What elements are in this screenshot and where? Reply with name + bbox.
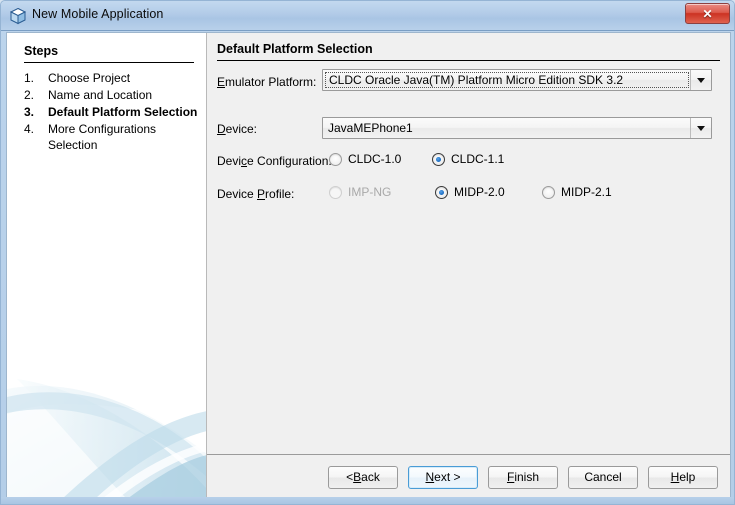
close-icon: ✕ — [702, 6, 713, 21]
radio-mark-icon — [329, 152, 342, 166]
device-profile-label: Device Profile: — [217, 187, 295, 201]
cube-icon — [9, 7, 27, 25]
window-bottom-frame — [1, 497, 734, 504]
close-button[interactable]: ✕ — [685, 3, 730, 24]
main-panel: Default Platform Selection Emulator Plat… — [207, 33, 730, 499]
radio-mark-icon — [432, 152, 445, 166]
step-item-1: 1. Choose Project — [24, 70, 204, 86]
emulator-platform-label: Emulator Platform: — [217, 75, 317, 89]
decorative-swoosh-graphic — [7, 379, 206, 499]
dialog-window: New Mobile Application ✕ Steps 1. Choose… — [0, 0, 735, 505]
radio-label: MIDP-2.1 — [561, 185, 612, 199]
radio-label: MIDP-2.0 — [454, 185, 505, 199]
radio-mark-icon — [542, 185, 555, 199]
steps-panel: Steps 1. Choose Project 2. Name and Loca… — [7, 33, 207, 499]
page-title: Default Platform Selection — [217, 42, 373, 56]
device-label: Device: — [217, 122, 258, 136]
cancel-button[interactable]: Cancel — [568, 465, 638, 489]
radio-label: CLDC-1.0 — [348, 152, 402, 166]
finish-button[interactable]: Finish — [488, 465, 558, 489]
back-button[interactable]: < Back — [328, 465, 398, 489]
steps-divider — [24, 62, 194, 63]
step-number: 3. — [24, 105, 35, 119]
title-bar[interactable]: New Mobile Application ✕ — [1, 1, 734, 31]
radio-midp-2-0[interactable]: MIDP-2.0 — [435, 185, 505, 199]
emulator-platform-combo[interactable]: CLDC Oracle Java(TM) Platform Micro Edit… — [322, 69, 712, 91]
steps-heading: Steps — [24, 44, 59, 58]
page-title-divider — [217, 60, 720, 61]
radio-mark-icon — [435, 185, 448, 199]
step-number: 1. — [24, 71, 35, 85]
radio-cldc-1-1[interactable]: CLDC-1.1 — [432, 152, 504, 166]
step-label: More Configurations Selection — [48, 122, 157, 152]
button-bar: < Back Next > Finish Cancel Help — [207, 455, 730, 499]
radio-label: CLDC-1.1 — [451, 152, 505, 166]
step-item-3-current: 3. Default Platform Selection — [24, 104, 204, 120]
emulator-platform-value: CLDC Oracle Java(TM) Platform Micro Edit… — [325, 72, 689, 88]
radio-cldc-1-0[interactable]: CLDC-1.0 — [329, 152, 401, 166]
step-label: Name and Location — [48, 88, 153, 102]
steps-list: 1. Choose Project 2. Name and Location 3… — [24, 70, 204, 154]
device-configuration-label: Device Configuration: — [217, 154, 332, 168]
window-title: New Mobile Application — [32, 7, 164, 21]
radio-label: IMP-NG — [348, 185, 392, 199]
device-value: JavaMEPhone1 — [328, 121, 413, 135]
radio-midp-2-1[interactable]: MIDP-2.1 — [542, 185, 612, 199]
help-button[interactable]: Help — [648, 465, 718, 489]
step-item-2: 2. Name and Location — [24, 87, 204, 103]
chevron-down-icon — [697, 125, 705, 131]
step-label: Choose Project — [48, 71, 131, 85]
dialog-client-area: Steps 1. Choose Project 2. Name and Loca… — [6, 32, 731, 499]
step-label: Default Platform Selection — [48, 105, 198, 119]
device-dropdown-button[interactable] — [690, 118, 711, 138]
step-number: 2. — [24, 88, 35, 102]
next-button[interactable]: Next > — [408, 465, 478, 489]
step-number: 4. — [24, 122, 35, 136]
radio-mark-icon — [329, 185, 342, 199]
step-item-4: 4. More Configurations Selection — [24, 121, 204, 153]
device-combo[interactable]: JavaMEPhone1 — [322, 117, 712, 139]
chevron-down-icon — [697, 77, 705, 83]
emulator-platform-dropdown-button[interactable] — [690, 70, 711, 90]
radio-imp-ng: IMP-NG — [329, 185, 391, 199]
